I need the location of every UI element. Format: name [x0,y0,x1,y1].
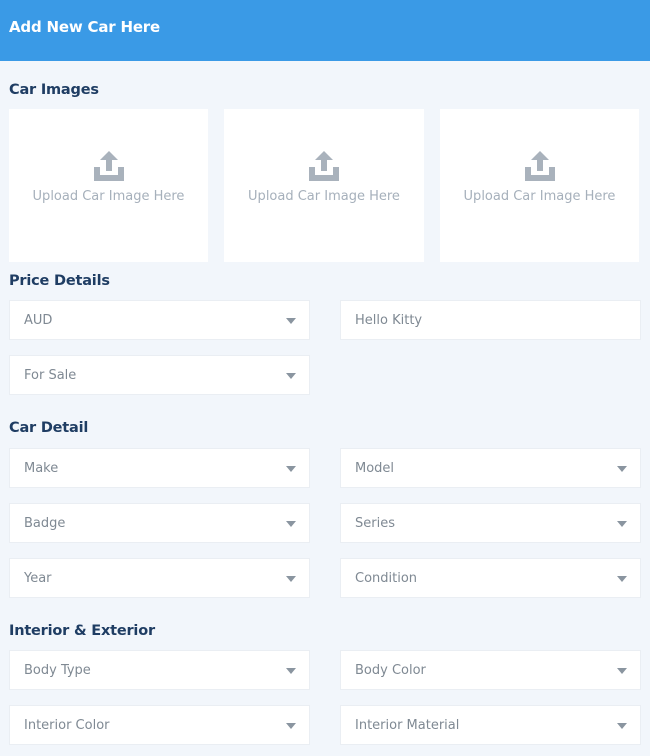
series-select[interactable]: Series [340,503,641,543]
listing-type-value: For Sale [24,368,77,383]
chevron-down-icon [286,318,296,324]
badge-select[interactable]: Badge [9,503,310,543]
badge-placeholder: Badge [24,516,66,531]
section-title-car-images: Car Images [9,82,99,98]
section-title-price-details: Price Details [9,273,110,289]
price-input[interactable]: Hello Kitty [340,300,641,340]
year-placeholder: Year [24,571,52,586]
upload-car-image-3[interactable]: Upload Car Image Here [440,109,639,262]
chevron-down-icon [617,576,627,582]
chevron-down-icon [617,466,627,472]
body-type-placeholder: Body Type [24,663,91,678]
price-value: Hello Kitty [355,313,423,328]
upload-label: Upload Car Image Here [248,189,400,204]
chevron-down-icon [617,521,627,527]
upload-icon [93,151,124,181]
model-select[interactable]: Model [340,448,641,488]
interior-material-select[interactable]: Interior Material [340,705,641,745]
condition-placeholder: Condition [355,571,418,586]
currency-select[interactable]: AUD [9,300,310,340]
model-placeholder: Model [355,461,395,476]
upload-label: Upload Car Image Here [32,189,185,204]
body-color-placeholder: Body Color [355,663,426,678]
chevron-down-icon [286,668,296,674]
chevron-down-icon [617,723,627,729]
make-placeholder: Make [24,461,59,476]
upload-car-image-1[interactable]: Upload Car Image Here [9,109,208,262]
chevron-down-icon [286,576,296,582]
listing-type-select[interactable]: For Sale [9,355,310,395]
upload-icon [309,151,339,181]
interior-color-placeholder: Interior Color [24,718,110,733]
chevron-down-icon [286,373,296,379]
page-title: Add New Car Here [9,18,160,36]
chevron-down-icon [617,668,627,674]
series-placeholder: Series [355,516,395,531]
section-title-car-detail: Car Detail [9,420,89,436]
chevron-down-icon [286,466,296,472]
page-header: Add New Car Here [0,0,650,61]
upload-label: Upload Car Image Here [463,189,616,204]
chevron-down-icon [286,521,296,527]
interior-color-select[interactable]: Interior Color [9,705,310,745]
currency-value: AUD [24,313,53,328]
body-type-select[interactable]: Body Type [9,650,310,690]
interior-material-placeholder: Interior Material [355,718,460,733]
year-select[interactable]: Year [9,558,310,598]
section-title-interior-exterior: Interior & Exterior [9,623,155,639]
make-select[interactable]: Make [9,448,310,488]
body-color-select[interactable]: Body Color [340,650,641,690]
upload-car-image-2[interactable]: Upload Car Image Here [224,109,424,262]
condition-select[interactable]: Condition [340,558,641,598]
chevron-down-icon [286,723,296,729]
upload-icon [524,151,555,181]
